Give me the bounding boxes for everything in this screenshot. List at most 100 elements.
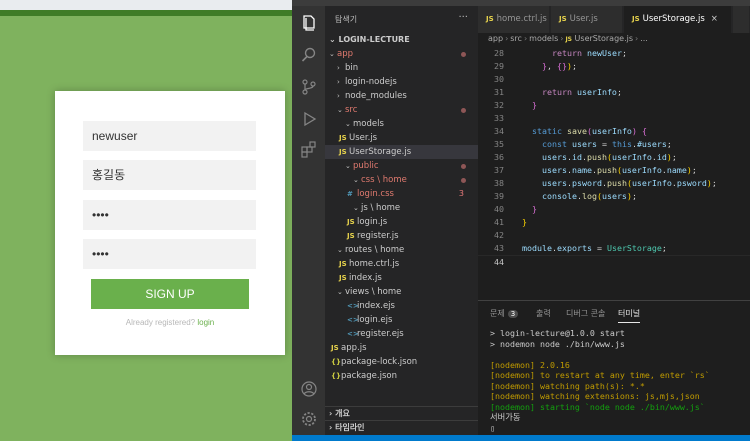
- password-input[interactable]: ••••: [83, 200, 256, 230]
- outline-section[interactable]: › 개요: [325, 406, 478, 420]
- tree-file-package-lock-json[interactable]: {}package-lock.json: [325, 355, 478, 369]
- explorer-title: 탐색기: [335, 15, 358, 24]
- more-actions-icon[interactable]: ···: [458, 12, 468, 23]
- source-control-icon[interactable]: [300, 78, 318, 96]
- modified-dot: [461, 108, 466, 113]
- tree-folder-js-home[interactable]: ⌄ js \ home: [325, 201, 478, 215]
- breadcrumb-item[interactable]: UserStorage.js: [575, 34, 633, 43]
- search-icon[interactable]: [300, 46, 318, 64]
- settings-gear-icon[interactable]: [300, 410, 318, 428]
- tree-folder-css-home[interactable]: ⌄ css \ home: [325, 173, 478, 187]
- tree-file-package-json[interactable]: {}package.json: [325, 369, 478, 383]
- workspace-root-label: LOGIN-LECTURE: [338, 35, 410, 44]
- terminal-line: [nodemon] 2.0.16: [490, 359, 570, 370]
- account-icon[interactable]: [300, 380, 318, 398]
- browser-top-bar: [0, 10, 292, 16]
- tree-folder-routes-home[interactable]: ⌄ routes \ home: [325, 243, 478, 257]
- tab-overflow[interactable]: [733, 6, 750, 33]
- chevron-down-icon: ⌄: [329, 50, 335, 58]
- tree-label: models: [353, 119, 384, 129]
- tree-label: UserStorage.js: [349, 147, 412, 157]
- confirm-password-input[interactable]: ••••: [83, 239, 256, 269]
- modified-dot: [461, 164, 466, 169]
- tab-output[interactable]: 출력: [536, 308, 551, 319]
- timeline-label: 타임라인: [335, 423, 365, 432]
- tree-folder-app[interactable]: ⌄ app: [325, 47, 478, 61]
- tree-file-user-js[interactable]: JS User.js: [325, 131, 478, 145]
- tree-file-app-js[interactable]: JS app.js: [325, 341, 478, 355]
- tree-label: login.css: [357, 189, 394, 199]
- tree-label: register.ejs: [357, 329, 404, 339]
- tree-file-login-css[interactable]: # login.css 3: [325, 187, 478, 201]
- terminal-cursor: ▯: [490, 422, 495, 433]
- run-debug-icon[interactable]: [300, 110, 318, 128]
- tree-label: bin: [345, 63, 359, 73]
- tab-userstorage-js[interactable]: JS UserStorage.js ×: [624, 6, 732, 33]
- js-file-icon: JS: [565, 36, 572, 43]
- tree-folder-bin[interactable]: › bin: [325, 61, 478, 75]
- already-registered-text: Already registered? login: [55, 318, 285, 327]
- tab-problems-label: 문제: [490, 309, 505, 318]
- js-file-icon: JS: [347, 218, 355, 226]
- tree-folder-models[interactable]: ⌄ models: [325, 117, 478, 131]
- tab-home-ctrl-js[interactable]: JS home.ctrl.js: [478, 6, 550, 33]
- code-line: 40 }: [494, 204, 537, 214]
- timeline-section[interactable]: › 타임라인: [325, 420, 478, 434]
- chevron-right-icon: ›: [337, 78, 340, 86]
- breadcrumb-item[interactable]: app: [488, 34, 503, 43]
- workspace-root[interactable]: ⌄ LOGIN-LECTURE: [325, 33, 478, 47]
- tree-label: views \ home: [345, 287, 402, 297]
- close-icon[interactable]: ×: [711, 14, 718, 24]
- tree-label: login.js: [357, 217, 388, 227]
- extensions-icon[interactable]: [300, 140, 318, 158]
- code-line: 28 return newUser;: [494, 48, 627, 58]
- login-link[interactable]: login: [197, 318, 214, 327]
- signup-button[interactable]: SIGN UP: [91, 279, 249, 309]
- code-line: 33: [494, 113, 504, 123]
- tree-folder-login-nodejs[interactable]: › login-nodejs: [325, 75, 478, 89]
- terminal-output[interactable]: > login-lecture@1.0.0 start > nodemon no…: [490, 328, 748, 433]
- tab-problems[interactable]: 문제 3: [490, 308, 519, 319]
- tree-file-home-ctrl-js[interactable]: JS home.ctrl.js: [325, 257, 478, 271]
- terminal-line: [nodemon] watching extensions: js,mjs,js…: [490, 391, 700, 401]
- tree-label: login-nodejs: [345, 77, 397, 87]
- chevron-down-icon: ⌄: [353, 176, 359, 184]
- breadcrumb-item[interactable]: models: [529, 34, 558, 43]
- tab-label: UserStorage.js: [642, 14, 705, 24]
- breadcrumb-item[interactable]: ...: [640, 34, 648, 43]
- chevron-right-icon: ›: [329, 423, 333, 432]
- chevron-right-icon: ›: [337, 64, 340, 72]
- tree-label: node_modules: [345, 91, 407, 101]
- code-editor[interactable]: 28 return newUser; 29 }, {}); 30 31 retu…: [478, 45, 750, 265]
- tree-label: index.js: [349, 273, 382, 283]
- explorer-icon[interactable]: [300, 14, 318, 32]
- tree-file-index-ejs[interactable]: <>index.ejs: [325, 299, 478, 313]
- tree-label: app: [337, 49, 353, 59]
- tree-file-userstorage-js[interactable]: JS UserStorage.js: [325, 145, 478, 159]
- tree-file-index-js[interactable]: JS index.js: [325, 271, 478, 285]
- tree-file-login-ejs[interactable]: <>login.ejs: [325, 313, 478, 327]
- tab-terminal[interactable]: 터미널: [618, 308, 641, 323]
- code-line: 39 console.log(users);: [494, 191, 637, 201]
- bottom-panel: 문제 3 출력 디버그 콘솔 터미널 > login-lecture@1.0.0 …: [478, 300, 750, 435]
- tree-file-login-js[interactable]: JS login.js: [325, 215, 478, 229]
- breadcrumb-item[interactable]: src: [510, 34, 522, 43]
- tree-file-register-js[interactable]: JS register.js: [325, 229, 478, 243]
- tab-debug-console[interactable]: 디버그 콘솔: [566, 308, 605, 319]
- id-input[interactable]: newuser: [83, 121, 256, 151]
- tree-folder-public[interactable]: ⌄ public: [325, 159, 478, 173]
- tree-folder-views-home[interactable]: ⌄ views \ home: [325, 285, 478, 299]
- tab-user-js[interactable]: JS User.js: [551, 6, 623, 33]
- name-input[interactable]: 홍길동: [83, 160, 256, 190]
- tree-folder-src[interactable]: ⌄ src: [325, 103, 478, 117]
- tree-folder-node-modules[interactable]: › node_modules: [325, 89, 478, 103]
- modified-dot: [461, 52, 466, 57]
- css-file-icon: #: [347, 190, 353, 198]
- outline-label: 개요: [335, 409, 350, 418]
- browser-window: newuser 홍길동 •••• •••• SIGN UP Already re…: [0, 0, 292, 441]
- js-file-icon: JS: [347, 232, 355, 240]
- code-line-current: 44: [478, 255, 750, 265]
- tree-file-register-ejs[interactable]: <>register.ejs: [325, 327, 478, 341]
- code-line: 31 return userInfo;: [494, 87, 622, 97]
- editor-area: JS home.ctrl.js JS User.js JS UserStorage.j…: [478, 6, 750, 435]
